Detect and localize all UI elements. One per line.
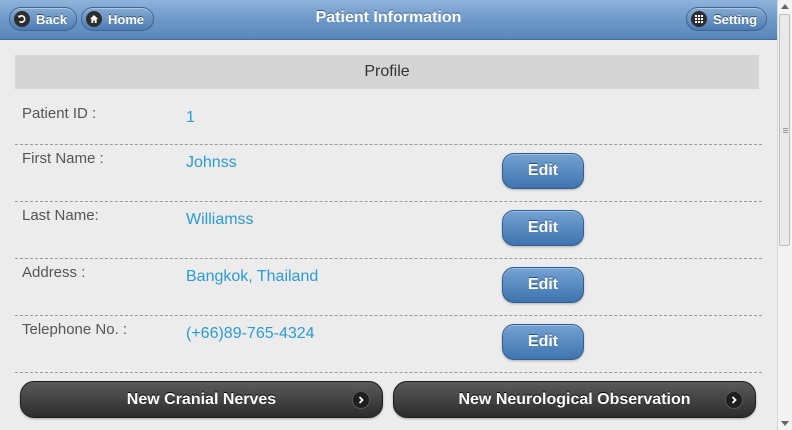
back-label: Back (36, 11, 68, 27)
patient-id-label: Patient ID : (22, 105, 97, 122)
setting-button[interactable]: Setting (686, 7, 768, 31)
grid-icon (691, 11, 707, 27)
back-arrow-icon (14, 11, 30, 27)
home-label: Home (108, 11, 145, 27)
chevron-right-icon (725, 391, 743, 409)
first-name-label: First Name : (22, 150, 104, 167)
profile-section-header: Profile (15, 55, 759, 89)
divider (15, 201, 762, 202)
divider (15, 372, 762, 373)
home-button[interactable]: Home (81, 7, 155, 31)
telephone-label: Telephone No. : (22, 321, 128, 338)
divider (15, 315, 762, 316)
last-name-value: Williamss (186, 211, 254, 228)
vertical-scrollbar[interactable] (777, 0, 792, 430)
back-button[interactable]: Back (9, 7, 78, 31)
edit-address-button[interactable]: Edit (502, 267, 584, 303)
scroll-up-icon[interactable] (781, 4, 789, 9)
scrollbar-thumb[interactable] (779, 14, 790, 246)
new-cranial-nerves-button[interactable]: New Cranial Nerves (20, 381, 383, 418)
address-value: Bangkok, Thailand (186, 268, 319, 285)
grip-line (783, 128, 788, 129)
telephone-value: (+66)89-765-4324 (186, 325, 315, 342)
grip-line (783, 132, 788, 133)
edit-first-name-button[interactable]: Edit (502, 153, 584, 189)
divider (15, 258, 762, 259)
edit-last-name-button[interactable]: Edit (502, 210, 584, 246)
first-name-value: Johnss (186, 154, 237, 171)
profile-title: Profile (364, 63, 410, 80)
home-icon (86, 11, 102, 27)
chevron-right-icon (352, 391, 370, 409)
address-label: Address : (22, 264, 86, 281)
header-bar: Patient Information Back Home Setting (0, 0, 777, 40)
new-neurological-observation-button[interactable]: New Neurological Observation (393, 381, 756, 418)
last-name-label: Last Name: (22, 207, 99, 224)
new-neurological-observation-label: New Neurological Observation (458, 390, 691, 408)
edit-telephone-button[interactable]: Edit (502, 324, 584, 360)
setting-label: Setting (713, 11, 758, 27)
patient-id-value: 1 (186, 109, 195, 126)
divider (15, 144, 762, 145)
scroll-down-icon[interactable] (781, 421, 789, 426)
grip-line (783, 130, 788, 131)
new-cranial-nerves-label: New Cranial Nerves (126, 390, 277, 408)
